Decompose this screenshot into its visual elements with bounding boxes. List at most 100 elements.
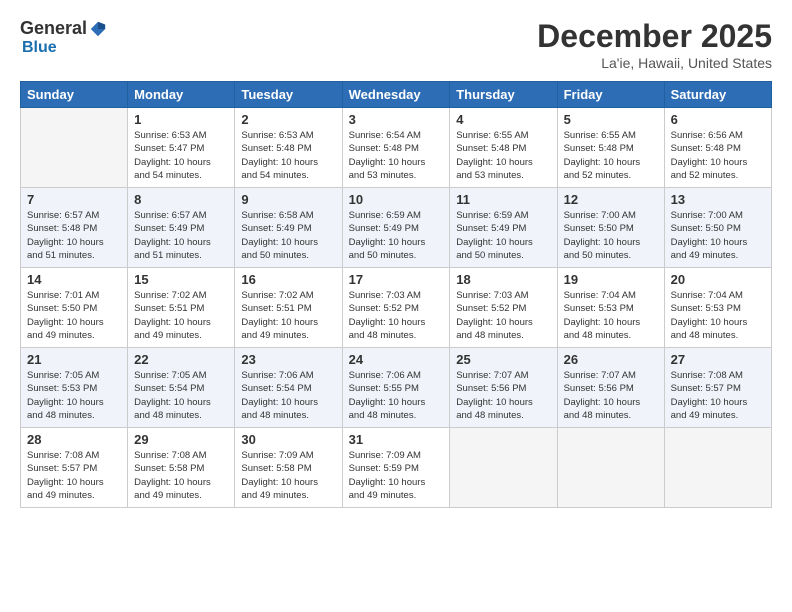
calendar-cell: 14 Sunrise: 7:01 AMSunset: 5:50 PMDayligh… xyxy=(21,268,128,348)
calendar-cell: 28 Sunrise: 7:08 AMSunset: 5:57 PMDayligh… xyxy=(21,428,128,508)
calendar-cell: 5 Sunrise: 6:55 AMSunset: 5:48 PMDaylight… xyxy=(557,108,664,188)
calendar-week-row: 7 Sunrise: 6:57 AMSunset: 5:48 PMDaylight… xyxy=(21,188,772,268)
calendar-cell: 27 Sunrise: 7:08 AMSunset: 5:57 PMDayligh… xyxy=(664,348,771,428)
header: General Blue December 2025 La'ie, Hawaii… xyxy=(20,18,772,71)
day-info: Sunrise: 7:05 AMSunset: 5:54 PMDaylight:… xyxy=(134,369,228,422)
day-info: Sunrise: 6:56 AMSunset: 5:48 PMDaylight:… xyxy=(671,129,765,182)
col-saturday: Saturday xyxy=(664,82,771,108)
calendar: Sunday Monday Tuesday Wednesday Thursday… xyxy=(20,81,772,508)
day-number: 12 xyxy=(564,192,658,207)
calendar-cell: 20Sunrise: 7:04 AMSunset: 5:53 PMDayligh… xyxy=(664,268,771,348)
col-friday: Friday xyxy=(557,82,664,108)
day-info: Sunrise: 7:03 AMSunset: 5:52 PMDaylight:… xyxy=(456,289,550,342)
calendar-cell: 31 Sunrise: 7:09 AMSunset: 5:59 PMDayligh… xyxy=(342,428,450,508)
calendar-cell: 19 Sunrise: 7:04 AMSunset: 5:53 PMDayligh… xyxy=(557,268,664,348)
day-info: Sunrise: 7:09 AMSunset: 5:59 PMDaylight:… xyxy=(349,449,444,502)
calendar-cell: 10Sunrise: 6:59 AMSunset: 5:49 PMDayligh… xyxy=(342,188,450,268)
day-number: 15 xyxy=(134,272,228,287)
calendar-cell xyxy=(664,428,771,508)
calendar-cell: 8Sunrise: 6:57 AMSunset: 5:49 PMDaylight… xyxy=(128,188,235,268)
day-number: 19 xyxy=(564,272,658,287)
day-number: 7 xyxy=(27,192,121,207)
day-info: Sunrise: 7:08 AMSunset: 5:58 PMDaylight:… xyxy=(134,449,228,502)
logo-blue-label: Blue xyxy=(22,39,57,57)
day-number: 11 xyxy=(456,192,550,207)
day-info: Sunrise: 7:06 AMSunset: 5:55 PMDaylight:… xyxy=(349,369,444,422)
day-number: 26 xyxy=(564,352,658,367)
calendar-cell: 29Sunrise: 7:08 AMSunset: 5:58 PMDayligh… xyxy=(128,428,235,508)
calendar-cell: 6 Sunrise: 6:56 AMSunset: 5:48 PMDaylight… xyxy=(664,108,771,188)
col-thursday: Thursday xyxy=(450,82,557,108)
col-sunday: Sunday xyxy=(21,82,128,108)
day-number: 14 xyxy=(27,272,121,287)
day-info: Sunrise: 7:07 AMSunset: 5:56 PMDaylight:… xyxy=(564,369,658,422)
day-number: 8 xyxy=(134,192,228,207)
calendar-cell: 21Sunrise: 7:05 AMSunset: 5:53 PMDayligh… xyxy=(21,348,128,428)
calendar-cell xyxy=(557,428,664,508)
logo-general-text: General xyxy=(20,18,87,39)
location: La'ie, Hawaii, United States xyxy=(537,55,772,71)
day-info: Sunrise: 6:53 AMSunset: 5:47 PMDaylight:… xyxy=(134,129,228,182)
day-info: Sunrise: 7:09 AMSunset: 5:58 PMDaylight:… xyxy=(241,449,335,502)
day-info: Sunrise: 7:05 AMSunset: 5:53 PMDaylight:… xyxy=(27,369,121,422)
col-monday: Monday xyxy=(128,82,235,108)
day-number: 31 xyxy=(349,432,444,447)
day-info: Sunrise: 7:00 AMSunset: 5:50 PMDaylight:… xyxy=(564,209,658,262)
calendar-cell: 25 Sunrise: 7:07 AMSunset: 5:56 PMDayligh… xyxy=(450,348,557,428)
calendar-cell: 24 Sunrise: 7:06 AMSunset: 5:55 PMDayligh… xyxy=(342,348,450,428)
day-info: Sunrise: 7:04 AMSunset: 5:53 PMDaylight:… xyxy=(671,289,765,342)
calendar-cell: 9 Sunrise: 6:58 AMSunset: 5:49 PMDaylight… xyxy=(235,188,342,268)
title-area: December 2025 La'ie, Hawaii, United Stat… xyxy=(537,18,772,71)
day-info: Sunrise: 7:03 AMSunset: 5:52 PMDaylight:… xyxy=(349,289,444,342)
calendar-week-row: 21Sunrise: 7:05 AMSunset: 5:53 PMDayligh… xyxy=(21,348,772,428)
day-info: Sunrise: 7:06 AMSunset: 5:54 PMDaylight:… xyxy=(241,369,335,422)
day-info: Sunrise: 6:57 AMSunset: 5:48 PMDaylight:… xyxy=(27,209,121,262)
day-number: 30 xyxy=(241,432,335,447)
logo: General Blue xyxy=(20,18,107,57)
day-number: 2 xyxy=(241,112,335,127)
day-info: Sunrise: 7:01 AMSunset: 5:50 PMDaylight:… xyxy=(27,289,121,342)
page: General Blue December 2025 La'ie, Hawaii… xyxy=(0,0,792,612)
calendar-cell xyxy=(21,108,128,188)
calendar-cell: 22 Sunrise: 7:05 AMSunset: 5:54 PMDayligh… xyxy=(128,348,235,428)
day-info: Sunrise: 6:55 AMSunset: 5:48 PMDaylight:… xyxy=(564,129,658,182)
day-number: 9 xyxy=(241,192,335,207)
day-info: Sunrise: 6:59 AMSunset: 5:49 PMDaylight:… xyxy=(456,209,550,262)
col-tuesday: Tuesday xyxy=(235,82,342,108)
day-info: Sunrise: 6:55 AMSunset: 5:48 PMDaylight:… xyxy=(456,129,550,182)
calendar-week-row: 14 Sunrise: 7:01 AMSunset: 5:50 PMDayligh… xyxy=(21,268,772,348)
calendar-cell: 11 Sunrise: 6:59 AMSunset: 5:49 PMDayligh… xyxy=(450,188,557,268)
day-number: 16 xyxy=(241,272,335,287)
calendar-cell: 16Sunrise: 7:02 AMSunset: 5:51 PMDayligh… xyxy=(235,268,342,348)
calendar-cell: 3Sunrise: 6:54 AMSunset: 5:48 PMDaylight… xyxy=(342,108,450,188)
day-info: Sunrise: 7:07 AMSunset: 5:56 PMDaylight:… xyxy=(456,369,550,422)
calendar-cell: 23 Sunrise: 7:06 AMSunset: 5:54 PMDayligh… xyxy=(235,348,342,428)
calendar-cell: 13 Sunrise: 7:00 AMSunset: 5:50 PMDayligh… xyxy=(664,188,771,268)
day-number: 5 xyxy=(564,112,658,127)
day-number: 23 xyxy=(241,352,335,367)
day-number: 24 xyxy=(349,352,444,367)
day-number: 28 xyxy=(27,432,121,447)
day-number: 25 xyxy=(456,352,550,367)
day-number: 13 xyxy=(671,192,765,207)
day-number: 22 xyxy=(134,352,228,367)
day-info: Sunrise: 6:58 AMSunset: 5:49 PMDaylight:… xyxy=(241,209,335,262)
calendar-header-row: Sunday Monday Tuesday Wednesday Thursday… xyxy=(21,82,772,108)
day-number: 6 xyxy=(671,112,765,127)
day-info: Sunrise: 7:08 AMSunset: 5:57 PMDaylight:… xyxy=(27,449,121,502)
day-info: Sunrise: 6:54 AMSunset: 5:48 PMDaylight:… xyxy=(349,129,444,182)
calendar-cell: 4 Sunrise: 6:55 AMSunset: 5:48 PMDaylight… xyxy=(450,108,557,188)
day-info: Sunrise: 7:04 AMSunset: 5:53 PMDaylight:… xyxy=(564,289,658,342)
calendar-cell xyxy=(450,428,557,508)
calendar-cell: 30 Sunrise: 7:09 AMSunset: 5:58 PMDayligh… xyxy=(235,428,342,508)
calendar-cell: 1 Sunrise: 6:53 AMSunset: 5:47 PMDaylight… xyxy=(128,108,235,188)
day-number: 4 xyxy=(456,112,550,127)
calendar-week-row: 1 Sunrise: 6:53 AMSunset: 5:47 PMDaylight… xyxy=(21,108,772,188)
day-info: Sunrise: 6:53 AMSunset: 5:48 PMDaylight:… xyxy=(241,129,335,182)
logo-icon xyxy=(89,20,107,38)
day-info: Sunrise: 7:08 AMSunset: 5:57 PMDaylight:… xyxy=(671,369,765,422)
day-number: 1 xyxy=(134,112,228,127)
day-number: 17 xyxy=(349,272,444,287)
day-number: 27 xyxy=(671,352,765,367)
day-info: Sunrise: 7:00 AMSunset: 5:50 PMDaylight:… xyxy=(671,209,765,262)
